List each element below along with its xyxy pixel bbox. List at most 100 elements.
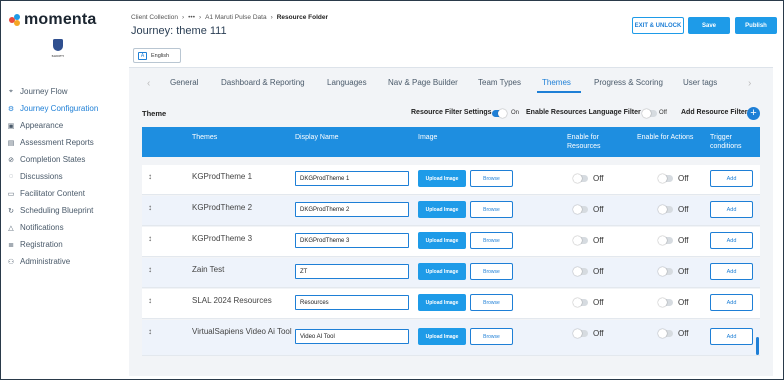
momenta-logo-icon [9, 14, 21, 26]
sidebar-item-facilitator-content[interactable]: ▭ Facilitator Content [7, 185, 125, 202]
chat-icon: ◌ [8, 173, 14, 180]
sidebar-item-journey-configuration[interactable]: ⚙ Journey Configuration [7, 100, 125, 117]
drag-handle-icon[interactable]: ↕ [148, 296, 152, 305]
resource-filter-toggle[interactable] [492, 109, 507, 118]
enable-actions-toggle[interactable] [658, 329, 673, 338]
add-trigger-button[interactable]: Add [710, 263, 753, 280]
enable-resources-state: Off [593, 205, 604, 214]
sidebar-item-label: Journey Flow [20, 87, 68, 96]
tab-general[interactable]: General [170, 78, 198, 87]
display-name-input[interactable]: DKGProdTheme 2 [295, 202, 409, 217]
theme-name: KGProdTheme 1 [192, 172, 253, 181]
enable-resources-toggle[interactable] [573, 205, 588, 214]
app-logo[interactable]: momenta [9, 11, 97, 29]
tab-nav-page-builder[interactable]: Nav & Page Builder [388, 78, 458, 87]
sidebar-item-notifications[interactable]: △ Notifications [7, 219, 125, 236]
save-button[interactable]: Save [688, 17, 730, 34]
tab-progress-scoring[interactable]: Progress & Scoring [594, 78, 663, 87]
breadcrumb-ellipsis[interactable]: ••• [188, 14, 195, 21]
tab-themes[interactable]: Themes [542, 78, 571, 87]
breadcrumb-data[interactable]: A1 Maruti Pulse Data [205, 14, 266, 21]
enable-resources-state: Off [593, 174, 604, 183]
browse-button[interactable]: Browse [470, 170, 513, 187]
add-trigger-button[interactable]: Add [710, 328, 753, 345]
drag-handle-icon[interactable]: ↕ [148, 265, 152, 274]
sidebar-item-discussions[interactable]: ◌ Discussions [7, 168, 125, 185]
display-name-input[interactable]: DKGProdTheme 3 [295, 233, 409, 248]
sidebar-item-journey-flow[interactable]: ⌖ Journey Flow [7, 83, 125, 100]
page-title: Journey: theme 111 [131, 25, 227, 37]
sidebar-item-administrative[interactable]: ⚇ Administrative [7, 253, 125, 270]
chevron-left-icon[interactable]: ‹ [147, 78, 150, 89]
display-name-input[interactable]: Video AI Tool [295, 329, 409, 344]
upload-image-button[interactable]: Upload Image [418, 201, 466, 218]
add-trigger-button[interactable]: Add [710, 232, 753, 249]
drag-handle-icon[interactable]: ↕ [148, 234, 152, 243]
resource-filter-state: On [511, 110, 520, 116]
enable-actions-state: Off [678, 174, 689, 183]
active-tab-indicator [537, 91, 581, 93]
upload-image-button[interactable]: Upload Image [418, 328, 466, 345]
language-filter-toggle[interactable] [642, 109, 657, 118]
upload-image-button[interactable]: Upload Image [418, 232, 466, 249]
upload-image-button[interactable]: Upload Image [418, 170, 466, 187]
sidebar-item-registration[interactable]: ≣ Registration [7, 236, 125, 253]
tab-dashboard-reporting[interactable]: Dashboard & Reporting [221, 78, 305, 87]
browse-button[interactable]: Browse [470, 294, 513, 311]
enable-actions-toggle[interactable] [658, 267, 673, 276]
display-name-input[interactable]: DKGProdTheme 1 [295, 171, 409, 186]
tab-team-types[interactable]: Team Types [478, 78, 521, 87]
enable-resources-toggle[interactable] [573, 298, 588, 307]
sidebar-item-appearance[interactable]: ▣ Appearance [7, 117, 125, 134]
add-trigger-button[interactable]: Add [710, 170, 753, 187]
display-name-input[interactable]: ZT [295, 264, 409, 279]
config-tabs: ‹ General Dashboard & Reporting Language… [142, 72, 762, 94]
enable-actions-toggle[interactable] [658, 298, 673, 307]
browse-button[interactable]: Browse [470, 328, 513, 345]
sidebar-item-label: Scheduling Blueprint [20, 206, 94, 215]
enable-actions-state: Off [678, 267, 689, 276]
browse-button[interactable]: Browse [470, 232, 513, 249]
enable-resources-toggle[interactable] [573, 267, 588, 276]
sidebar-item-assessment-reports[interactable]: ▤ Assessment Reports [7, 134, 125, 151]
add-trigger-button[interactable]: Add [710, 294, 753, 311]
sidebar-item-label: Completion States [20, 155, 86, 164]
enable-actions-toggle[interactable] [658, 236, 673, 245]
sync-icon: ↻ [8, 207, 14, 215]
enable-resources-state: Off [593, 236, 604, 245]
language-tab-english[interactable]: A English [133, 48, 181, 63]
bell-icon: △ [8, 224, 14, 232]
enable-resources-toggle[interactable] [573, 236, 588, 245]
sidebar-item-label: Journey Configuration [20, 104, 99, 113]
document-icon: ▤ [7, 139, 15, 147]
upload-image-button[interactable]: Upload Image [418, 294, 466, 311]
enable-resources-toggle[interactable] [573, 174, 588, 183]
theme-name: KGProdTheme 3 [192, 234, 253, 243]
tab-languages[interactable]: Languages [327, 78, 367, 87]
add-trigger-button[interactable]: Add [710, 201, 753, 218]
enable-actions-toggle[interactable] [658, 205, 673, 214]
column-header-enable-resources: Enable for Resources [567, 134, 601, 150]
chevron-right-icon[interactable]: › [748, 78, 751, 89]
drag-handle-icon[interactable]: ↕ [148, 172, 152, 181]
enable-actions-toggle[interactable] [658, 174, 673, 183]
enable-resources-toggle[interactable] [573, 329, 588, 338]
publish-button[interactable]: Publish [735, 17, 777, 34]
breadcrumb: Client Collection › ••• › A1 Maruti Puls… [131, 14, 328, 21]
tab-user-tags[interactable]: User tags [683, 78, 717, 87]
browse-button[interactable]: Browse [470, 263, 513, 280]
table-scrollbar[interactable] [756, 337, 759, 355]
upload-image-button[interactable]: Upload Image [418, 263, 466, 280]
display-name-input[interactable]: Resources [295, 295, 409, 310]
sidebar-item-scheduling-blueprint[interactable]: ↻ Scheduling Blueprint [7, 202, 125, 219]
sidebar-item-completion-states[interactable]: ⊘ Completion States [7, 151, 125, 168]
browse-button[interactable]: Browse [470, 201, 513, 218]
drag-handle-icon[interactable]: ↕ [148, 203, 152, 212]
org-badge: SANITY [46, 39, 70, 58]
add-resource-filter-button[interactable]: + [747, 107, 760, 120]
drag-handle-icon[interactable]: ↕ [148, 327, 152, 336]
column-header-enable-actions: Enable for Actions [637, 134, 694, 141]
breadcrumb-client-collection[interactable]: Client Collection [131, 14, 178, 21]
exit-unlock-button[interactable]: EXIT & UNLOCK [632, 17, 684, 34]
column-header-display-name: Display Name [295, 134, 339, 141]
